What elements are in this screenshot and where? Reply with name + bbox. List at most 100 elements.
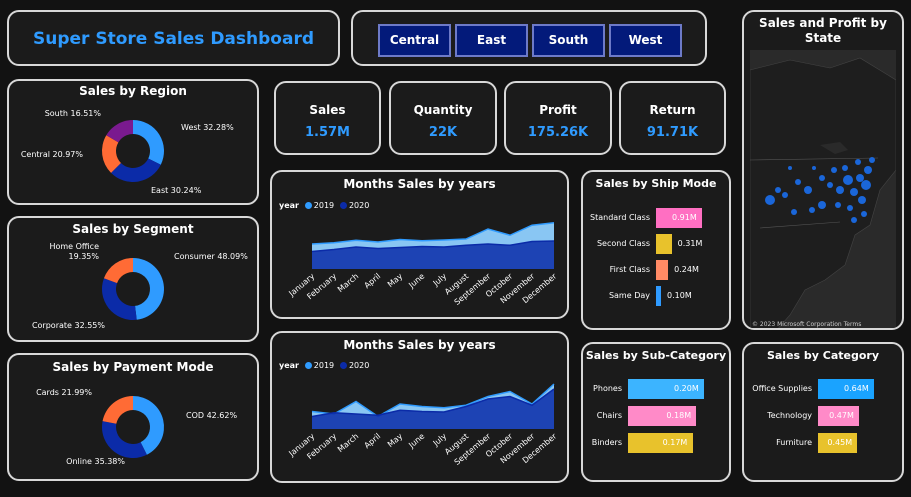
state-bubble[interactable] bbox=[869, 157, 875, 163]
state-bubble[interactable] bbox=[795, 179, 801, 185]
x-tick-label: July bbox=[431, 431, 449, 448]
donut-slice[interactable] bbox=[102, 421, 147, 458]
legend-dot-2020 bbox=[339, 362, 347, 369]
bar-category-label: First Class bbox=[609, 265, 650, 274]
bar-row[interactable]: Furniture 0.45M bbox=[744, 433, 902, 453]
bar-value-label: 0.91M bbox=[672, 213, 697, 222]
state-bubble[interactable] bbox=[858, 196, 866, 204]
bar-row[interactable]: Office Supplies 0.64M bbox=[744, 379, 902, 399]
bar-category-label: Second Class bbox=[596, 239, 650, 248]
state-bubble[interactable] bbox=[818, 201, 826, 209]
x-tick-label: May bbox=[386, 271, 405, 289]
bar-category-label: Office Supplies bbox=[752, 384, 812, 393]
state-bubble[interactable] bbox=[855, 159, 861, 165]
state-bubble[interactable] bbox=[827, 182, 833, 188]
region-donut-chart[interactable]: West 32.28% East 30.24% Central 20.97% Sout… bbox=[9, 101, 257, 205]
state-bubble[interactable] bbox=[847, 205, 853, 211]
state-bubble[interactable] bbox=[843, 175, 853, 185]
page-title: Super Store Sales Dashboard bbox=[32, 29, 314, 49]
slice-label: East 30.24% bbox=[151, 186, 202, 195]
slice-label: South 16.51% bbox=[45, 109, 102, 118]
state-bubble[interactable] bbox=[861, 211, 867, 217]
north-america-landmass bbox=[749, 57, 897, 328]
state-bubble[interactable] bbox=[765, 195, 775, 205]
region-button-east[interactable]: East bbox=[455, 24, 528, 57]
map-title: Sales and Profit by State bbox=[759, 16, 887, 45]
dashboard-title-card: Super Store Sales Dashboard bbox=[7, 10, 340, 66]
sales-by-payment-card: Sales by Payment Mode COD 42.62% Online 3… bbox=[7, 353, 259, 481]
sales-by-segment-card: Sales by Segment Consumer 48.09% Corporat… bbox=[7, 216, 259, 342]
bar-row[interactable]: Binders 0.17M bbox=[583, 433, 729, 453]
state-bubble[interactable] bbox=[831, 167, 837, 173]
state-bubble[interactable] bbox=[812, 166, 816, 170]
shipmode-bar-chart[interactable]: Standard Class 0.91M Second Class 0.31M Firs… bbox=[583, 208, 729, 318]
x-tick-label: April bbox=[362, 272, 382, 291]
x-tick-label: June bbox=[406, 432, 426, 451]
chart-title: Months Sales by years bbox=[343, 338, 496, 352]
state-bubble[interactable] bbox=[842, 165, 848, 171]
months-area-chart-2[interactable]: JanuaryFebruaryMarch April May June JulyAugu… bbox=[272, 369, 567, 483]
months-area-chart-1[interactable]: JanuaryFebruaryMarch April May June JulyAugu… bbox=[272, 209, 567, 319]
map-area[interactable]: © 2023 Microsoft Corporation Terms bbox=[749, 50, 897, 328]
slice-label: Home Office bbox=[49, 242, 99, 251]
bar-category-label: Chairs bbox=[596, 411, 622, 420]
bar[interactable] bbox=[656, 234, 672, 254]
state-bubble[interactable] bbox=[850, 188, 858, 196]
kpi-value: 22K bbox=[428, 125, 458, 140]
bar-value-label: 0.47M bbox=[829, 411, 854, 420]
bar-value-label: 0.17M bbox=[662, 438, 688, 447]
payment-donut-chart[interactable]: COD 42.62% Online 35.38% Cards 21.99% bbox=[9, 375, 257, 481]
state-bubble[interactable] bbox=[856, 174, 864, 182]
state-bubble[interactable] bbox=[804, 186, 812, 194]
state-bubble[interactable] bbox=[791, 209, 797, 215]
state-bubble[interactable] bbox=[851, 217, 857, 223]
state-bubble[interactable] bbox=[782, 192, 788, 198]
sales-by-shipmode-card: Sales by Ship Mode Standard Class 0.91M Se… bbox=[581, 170, 731, 330]
state-bubble[interactable] bbox=[864, 166, 872, 174]
donut-slice[interactable] bbox=[102, 396, 133, 424]
kpi-title: Return bbox=[649, 103, 696, 117]
bar[interactable] bbox=[656, 260, 669, 280]
bar-row[interactable]: Phones 0.20M bbox=[583, 379, 729, 399]
donut-slice[interactable] bbox=[101, 278, 137, 320]
bar-row[interactable]: Same Day 0.10M bbox=[583, 286, 729, 306]
state-bubble[interactable] bbox=[861, 180, 871, 190]
category-bar-chart[interactable]: Office Supplies 0.64M Technology 0.47M Furni… bbox=[744, 379, 902, 479]
bar-row[interactable]: Standard Class 0.91M bbox=[583, 208, 729, 228]
kpi-title: Sales bbox=[309, 103, 346, 117]
chart-title: Months Sales by years bbox=[343, 177, 496, 191]
slice-label: COD 42.62% bbox=[186, 411, 237, 420]
bar[interactable] bbox=[656, 286, 662, 306]
subcategory-bar-chart[interactable]: Phones 0.20M Chairs 0.18M Binders 0.17M bbox=[583, 379, 729, 479]
bar-row[interactable]: Chairs 0.18M bbox=[583, 406, 729, 426]
x-tick-label: March bbox=[336, 272, 360, 295]
region-button-central[interactable]: Central bbox=[378, 24, 451, 57]
bar-value-label: 0.24M bbox=[674, 265, 699, 274]
months-sales-card-1: Months Sales by years year 2019 2020 Jan… bbox=[270, 170, 569, 319]
segment-donut-chart[interactable]: Consumer 48.09% Corporate 32.55% Home Offi… bbox=[9, 238, 257, 342]
bar-category-label: Same Day bbox=[608, 291, 650, 300]
region-button-south[interactable]: South bbox=[532, 24, 605, 57]
chart-title: Sales by Segment bbox=[72, 222, 194, 236]
sales-by-category-card: Sales by Category Office Supplies 0.64M Te… bbox=[742, 342, 904, 482]
bar-row[interactable]: First Class 0.24M bbox=[583, 260, 729, 280]
state-bubble[interactable] bbox=[819, 175, 825, 181]
state-bubble[interactable] bbox=[836, 186, 844, 194]
slice-label: Cards 21.99% bbox=[36, 388, 92, 397]
state-bubble[interactable] bbox=[835, 202, 841, 208]
donut-slice[interactable] bbox=[133, 258, 164, 320]
state-bubble[interactable] bbox=[809, 207, 815, 213]
slice-label: West 32.28% bbox=[181, 123, 234, 132]
chart-title: Sales by Category bbox=[766, 349, 880, 362]
bar-row[interactable]: Second Class 0.31M bbox=[583, 234, 729, 254]
kpi-value: 175.26K bbox=[527, 125, 589, 140]
donut-slice[interactable] bbox=[103, 258, 133, 284]
bar-row[interactable]: Technology 0.47M bbox=[744, 406, 902, 426]
region-button-west[interactable]: West bbox=[609, 24, 682, 57]
state-bubble[interactable] bbox=[788, 166, 792, 170]
donut-slice[interactable] bbox=[133, 120, 164, 165]
bar-value-label: 0.10M bbox=[667, 291, 692, 300]
state-bubble[interactable] bbox=[775, 187, 781, 193]
bar-category-label: Phones bbox=[593, 384, 622, 393]
bar-value-label: 0.31M bbox=[677, 239, 703, 248]
